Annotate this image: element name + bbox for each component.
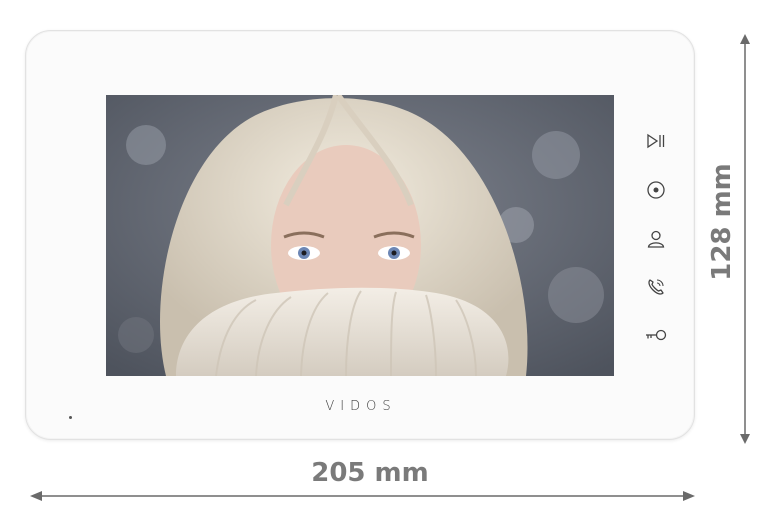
user-button[interactable] — [644, 227, 668, 251]
monitor-icon — [647, 181, 665, 199]
play-pause-icon — [647, 133, 665, 149]
brand-logo: VIDOS — [325, 399, 397, 414]
height-label: 128 mm — [707, 163, 737, 281]
monitor-button[interactable] — [644, 178, 668, 202]
user-icon — [647, 230, 665, 248]
key-icon — [646, 329, 667, 341]
status-led — [69, 416, 72, 419]
screen-photo — [106, 95, 614, 376]
unlock-button[interactable] — [644, 323, 668, 347]
intercom-monitor: VIDOS — [25, 30, 695, 440]
phone-icon — [648, 279, 664, 295]
width-dimension-arrow — [30, 491, 695, 501]
display-screen — [106, 95, 614, 376]
call-button[interactable] — [644, 275, 668, 299]
play-pause-button[interactable] — [644, 129, 668, 153]
width-label: 205 mm — [311, 458, 429, 488]
